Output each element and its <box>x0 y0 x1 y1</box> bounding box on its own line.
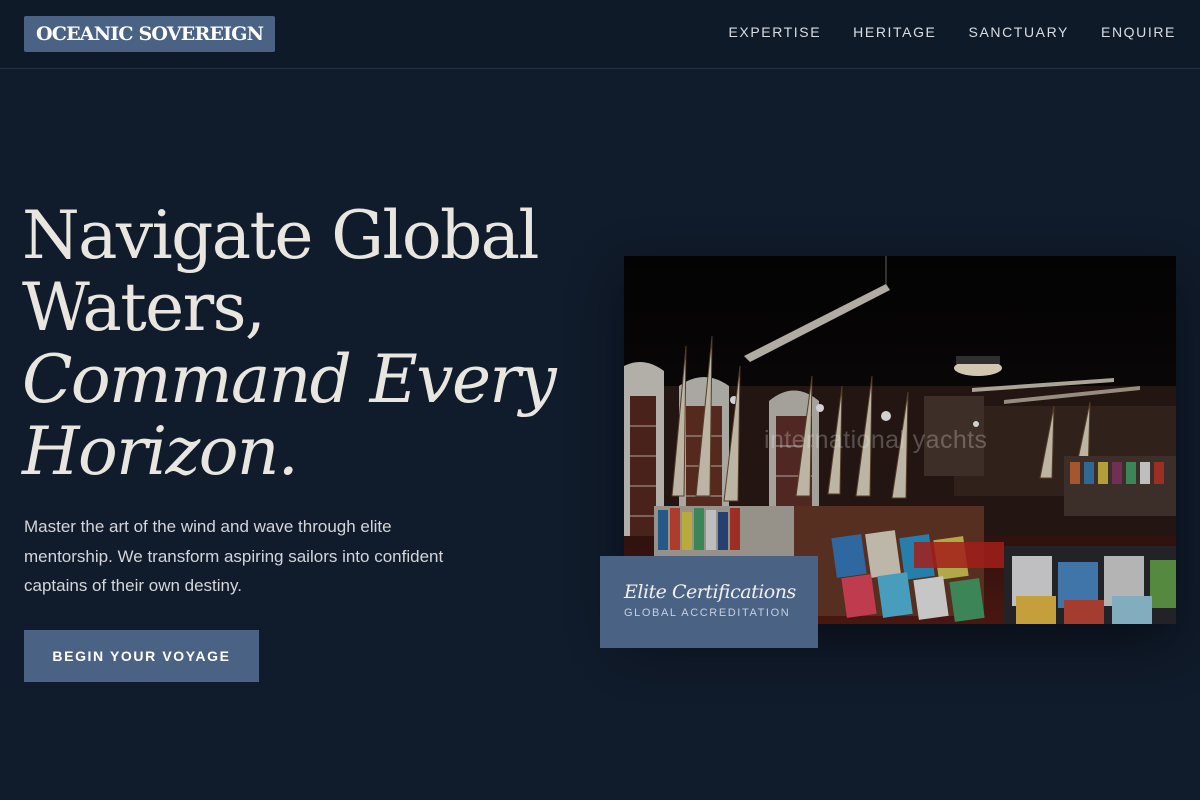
brand-logo[interactable]: OCEANIC SOVEREIGN <box>24 16 276 52</box>
nav-link-enquire[interactable]: ENQUIRE <box>1101 24 1176 40</box>
hero-title-line-1: Navigate Global <box>22 197 540 274</box>
hero-title-line-4: Horizon. <box>22 413 299 490</box>
nav-link-heritage[interactable]: HERITAGE <box>853 24 936 40</box>
certification-badge: Elite Certifications GLOBAL ACCREDITATIO… <box>600 556 818 648</box>
main-nav: EXPERTISE HERITAGE SANCTUARY ENQUIRE <box>728 24 1176 40</box>
hero-title-line-3: Command Every <box>22 341 557 418</box>
hero-description: Master the art of the wind and wave thro… <box>24 517 444 595</box>
begin-voyage-button[interactable]: BEGIN YOUR VOYAGE <box>24 630 259 682</box>
hero-title: Navigate Global Waters, Command Every Ho… <box>22 200 602 488</box>
image-watermark: international yachts <box>764 426 988 454</box>
badge-subtitle: GLOBAL ACCREDITATION <box>624 607 791 619</box>
nav-link-sanctuary[interactable]: SANCTUARY <box>969 24 1070 40</box>
nav-link-expertise[interactable]: EXPERTISE <box>728 24 821 40</box>
badge-title: Elite Certifications <box>624 581 796 603</box>
hero-title-line-2: Waters, <box>22 269 266 346</box>
site-header: OCEANIC SOVEREIGN EXPERTISE HERITAGE SAN… <box>0 0 1200 69</box>
